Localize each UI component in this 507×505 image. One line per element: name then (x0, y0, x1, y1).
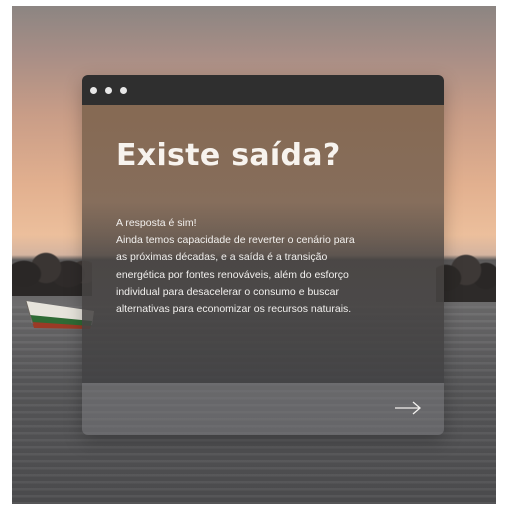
paragraph-line: A resposta é sim! (116, 217, 197, 229)
window-dot-icon (120, 87, 127, 94)
window-titlebar (82, 75, 444, 105)
breakwater-rocks-left (12, 244, 92, 296)
window-dot-icon (90, 87, 97, 94)
breakwater-rocks-right (436, 250, 496, 302)
card-paragraph: A resposta é sim! Ainda temos capacidade… (116, 215, 416, 318)
info-card: Existe saída? A resposta é sim! Ainda te… (82, 75, 444, 435)
paragraph-line: alternativas para economizar os recursos… (116, 303, 352, 316)
paragraph-line: Ainda temos capacidade de reverter o cen… (116, 234, 355, 247)
paragraph-line: energética por fontes renováveis, além d… (116, 268, 349, 281)
paragraph-line: as próximas décadas, e a saída é a trans… (116, 251, 328, 264)
card-footer (82, 383, 444, 435)
paragraph-line: individual para desacelerar o consumo e … (116, 285, 339, 298)
window-dot-icon (105, 87, 112, 94)
arrow-right-icon[interactable] (394, 400, 422, 416)
card-title: Existe saída? (116, 138, 341, 173)
